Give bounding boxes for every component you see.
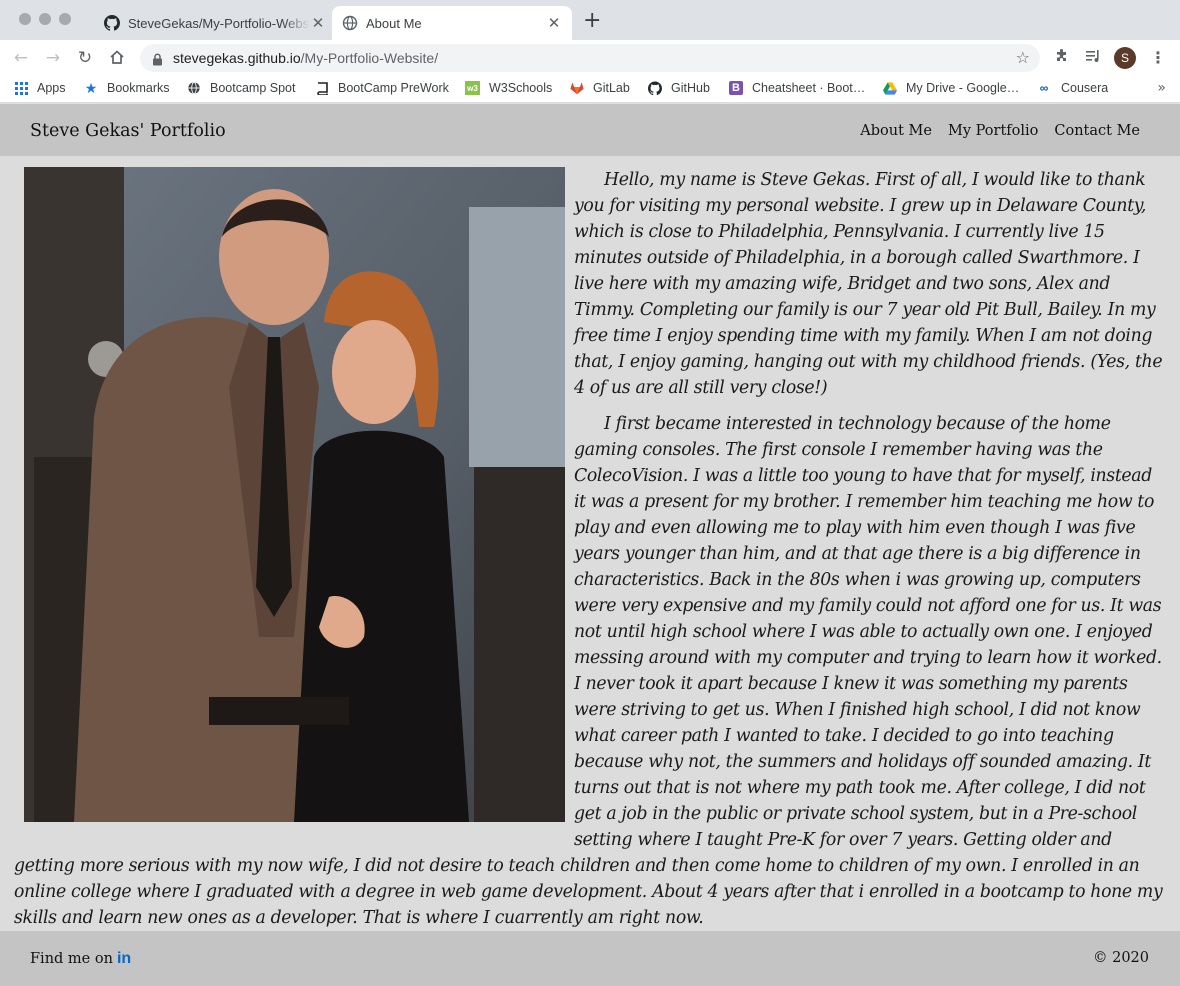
back-arrow-icon[interactable]: ←: [11, 48, 31, 68]
new-tab-button[interactable]: +: [583, 10, 601, 32]
google-drive-icon: [883, 81, 897, 95]
nav-about-me[interactable]: About Me: [860, 123, 932, 139]
url-text: stevegekas.github.io/My-Portfolio-Websit…: [173, 50, 438, 66]
find-me-on: Find me on in: [30, 950, 131, 968]
bookmark-label: Bootcamp Spot: [210, 81, 296, 95]
tab-title: SteveGekas/My-Portfolio-Website: [128, 15, 310, 31]
bootstrap-icon: B: [729, 81, 743, 95]
browser-toolbar: ← → ↻ stevegekas.github.io/My-Portfolio-…: [0, 40, 1180, 76]
close-tab-icon[interactable]: ✕: [310, 14, 326, 32]
site-brand[interactable]: Steve Gekas' Portfolio: [30, 121, 226, 141]
bookmark-bootcamp-spot[interactable]: Bootcamp Spot: [187, 81, 295, 95]
star-icon: ★: [84, 79, 98, 96]
bookmark-label: GitLab: [593, 81, 630, 95]
bookmark-label: Cousera: [1061, 81, 1109, 95]
close-window-button[interactable]: [19, 13, 31, 25]
site-navbar: Steve Gekas' Portfolio About Me My Portf…: [0, 104, 1180, 156]
bookmark-bootcamp-prework[interactable]: BootCamp PreWork: [315, 81, 449, 95]
media-queue-icon[interactable]: [1083, 48, 1103, 68]
url-host: stevegekas.github.io: [173, 50, 301, 66]
bookmark-star-icon[interactable]: ☆: [1016, 48, 1030, 67]
find-me-label: Find me on: [30, 951, 113, 967]
globe-icon: [342, 15, 358, 31]
close-tab-icon[interactable]: ✕: [546, 14, 562, 32]
bookmark-my-drive[interactable]: My Drive - Google…: [883, 81, 1019, 95]
extensions-puzzle-icon[interactable]: [1052, 48, 1072, 68]
bookmark-label: W3Schools: [489, 81, 553, 95]
globe-icon: [187, 81, 201, 95]
chevron-double-right-icon[interactable]: »: [1157, 80, 1166, 96]
bookmark-label: Apps: [37, 81, 66, 95]
bookmarks-bar: Apps ★ Bookmarks Bootcamp Spot BootCamp …: [0, 76, 1180, 103]
about-content: Hello, my name is Steve Gekas. First of …: [14, 167, 1166, 931]
tab-about-me[interactable]: About Me ✕: [332, 6, 572, 40]
tab-github-repo[interactable]: SteveGekas/My-Portfolio-Website ✕: [94, 6, 336, 40]
tab-title: About Me: [366, 15, 422, 31]
github-icon: [648, 81, 662, 95]
w3schools-icon: w3: [465, 81, 480, 95]
nav-contact-me[interactable]: Contact Me: [1054, 123, 1140, 139]
reload-icon[interactable]: ↻: [75, 48, 95, 68]
web-page: Steve Gekas' Portfolio About Me My Portf…: [0, 104, 1180, 986]
bookmark-github[interactable]: GitHub: [648, 81, 710, 95]
site-nav-links: About Me My Portfolio Contact Me: [860, 123, 1140, 139]
forward-arrow-icon[interactable]: →: [43, 48, 63, 68]
apps-grid-icon: [14, 81, 28, 95]
github-icon: [104, 15, 120, 31]
lock-icon[interactable]: [152, 51, 163, 70]
minimize-window-button[interactable]: [39, 13, 51, 25]
bookmark-label: My Drive - Google…: [906, 81, 1020, 95]
url-path: /My-Portfolio-Website/: [300, 50, 439, 66]
bookmark-label: GitHub: [671, 81, 710, 95]
coursera-icon: ∞: [1039, 81, 1049, 95]
book-icon: [315, 81, 329, 95]
profile-avatar[interactable]: S: [1114, 47, 1136, 69]
home-icon[interactable]: [107, 48, 127, 68]
gitlab-icon: [570, 81, 584, 95]
copyright: © 2020: [1092, 950, 1149, 966]
bookmark-gitlab[interactable]: GitLab: [570, 81, 630, 95]
nav-my-portfolio[interactable]: My Portfolio: [948, 123, 1038, 139]
bookmark-cheatsheet[interactable]: B Cheatsheet · Boot…: [729, 81, 865, 95]
address-bar[interactable]: stevegekas.github.io/My-Portfolio-Websit…: [140, 44, 1040, 72]
maximize-window-button[interactable]: [59, 13, 71, 25]
bookmark-label: BootCamp PreWork: [338, 81, 449, 95]
bookmark-label: Bookmarks: [107, 81, 170, 95]
profile-photo: [24, 167, 565, 822]
bookmark-apps[interactable]: Apps: [14, 81, 66, 95]
bookmark-label: Cheatsheet · Boot…: [752, 81, 866, 95]
bookmark-cousera[interactable]: ∞ Cousera: [1036, 81, 1109, 95]
linkedin-icon[interactable]: in: [117, 950, 131, 968]
more-menu-icon[interactable]: ⋮: [1148, 48, 1168, 68]
tab-strip: SteveGekas/My-Portfolio-Website ✕ About …: [0, 0, 1180, 40]
site-footer: Find me on in © 2020: [0, 931, 1180, 986]
bookmark-bookmarks[interactable]: ★ Bookmarks: [84, 79, 170, 96]
bookmark-w3schools[interactable]: w3 W3Schools: [465, 81, 552, 95]
